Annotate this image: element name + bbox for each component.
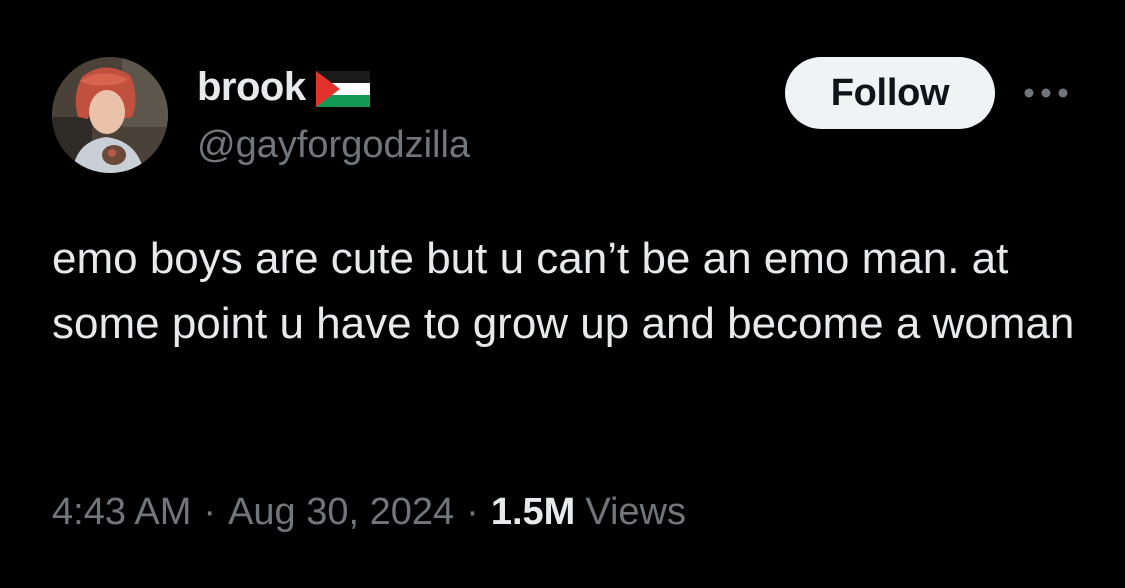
- follow-button[interactable]: Follow: [785, 57, 995, 129]
- meta-separator: ·: [466, 491, 479, 533]
- avatar-image: [52, 57, 168, 173]
- palestine-flag-icon: [315, 71, 370, 107]
- author-name-row[interactable]: brook: [197, 64, 370, 110]
- tweet-time[interactable]: 4:43 AM: [52, 488, 191, 536]
- views-count: 1.5M: [490, 491, 576, 533]
- meta-separator: ·: [203, 491, 217, 533]
- views-label: Views: [585, 491, 686, 533]
- more-horizontal-icon[interactable]: [1022, 86, 1070, 100]
- display-name[interactable]: brook: [197, 64, 306, 110]
- tweet-card: brook @gayforgodzilla Follow emo boys ar…: [0, 0, 1125, 588]
- tweet-metadata: 4:43 AM · Aug 30, 2024 · 1.5M Views: [52, 488, 686, 536]
- tweet-date[interactable]: Aug 30, 2024: [228, 488, 454, 536]
- tweet-text: emo boys are cute but u can’t be an emo …: [52, 234, 1075, 348]
- avatar[interactable]: [52, 57, 168, 173]
- author-handle[interactable]: @gayforgodzilla: [197, 122, 470, 168]
